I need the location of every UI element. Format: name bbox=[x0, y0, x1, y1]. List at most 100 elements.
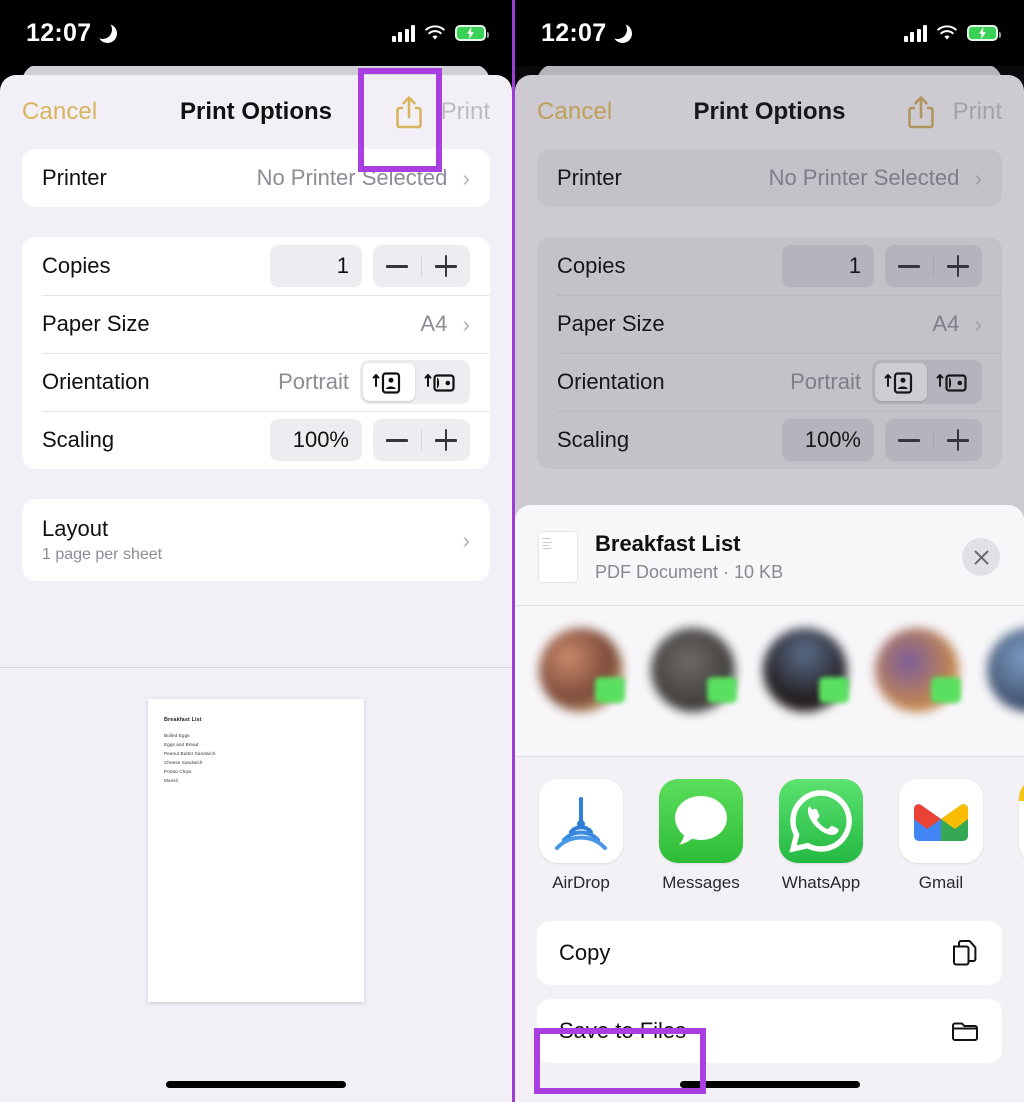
layout-row[interactable]: Layout 1 page per sheet › bbox=[22, 499, 490, 581]
cellular-signal-icon bbox=[903, 24, 927, 42]
list-item: Peanut Butter Sandwich bbox=[164, 750, 216, 756]
document-title: Breakfast List bbox=[164, 717, 202, 723]
orientation-label: Orientation bbox=[42, 369, 150, 394]
status-bar-right bbox=[391, 24, 489, 42]
copies-increment-button[interactable] bbox=[422, 245, 470, 287]
share-app-messages[interactable]: Messages bbox=[659, 779, 743, 893]
printer-row-right: No Printer Selected › bbox=[257, 165, 470, 191]
printer-row[interactable]: Printer No Printer Selected › bbox=[22, 149, 490, 207]
sheet-navbar: Cancel Print Options Print bbox=[0, 75, 512, 149]
printer-card: Printer No Printer Selected › bbox=[22, 149, 490, 207]
contact-item[interactable] bbox=[539, 628, 625, 740]
battery-charging-icon bbox=[455, 25, 489, 41]
home-indicator bbox=[166, 1081, 346, 1088]
scaling-row: Scaling 100% bbox=[22, 411, 490, 469]
list-item: Cheese Sandwich bbox=[164, 759, 203, 765]
status-bar-left: 12:07 bbox=[541, 18, 633, 48]
airdrop-icon bbox=[539, 779, 623, 864]
moon-crescent-icon bbox=[93, 19, 118, 43]
whatsapp-icon bbox=[779, 779, 863, 864]
layout-text-group: Layout 1 page per sheet bbox=[42, 516, 162, 564]
share-app-whatsapp[interactable]: WhatsApp bbox=[779, 779, 863, 893]
status-bar-left: 12:07 bbox=[26, 19, 118, 48]
wifi-icon bbox=[936, 24, 958, 42]
share-icon[interactable] bbox=[395, 95, 423, 129]
orientation-segmented-control bbox=[360, 360, 470, 404]
status-bar-right bbox=[903, 24, 1001, 42]
screenshot-root: 12:07 Cancel Print Options Print Printer… bbox=[0, 0, 1024, 1102]
orientation-portrait-button[interactable] bbox=[363, 363, 415, 401]
share-app-notes[interactable] bbox=[1019, 779, 1024, 873]
scaling-stepper bbox=[373, 419, 470, 461]
app-label: AirDrop bbox=[552, 873, 610, 893]
scaling-value[interactable]: 100% bbox=[270, 419, 362, 461]
list-item: Eggs and Bread bbox=[164, 741, 199, 747]
share-app-airdrop[interactable]: AirDrop bbox=[539, 779, 623, 893]
scaling-label: Scaling bbox=[42, 427, 115, 452]
app-label: WhatsApp bbox=[781, 873, 861, 893]
list-item: Muesli bbox=[164, 777, 178, 783]
share-app-gmail[interactable]: Gmail bbox=[899, 779, 983, 893]
chevron-right-icon: › bbox=[462, 310, 470, 337]
wifi-icon bbox=[424, 24, 446, 42]
printer-value: No Printer Selected bbox=[256, 165, 448, 190]
cancel-button[interactable]: Cancel bbox=[22, 98, 97, 126]
printer-label: Printer bbox=[42, 165, 107, 190]
print-preview-area: Breakfast List Boiled Eggs Eggs and Brea… bbox=[0, 668, 512, 1102]
messages-icon bbox=[659, 779, 743, 864]
paper-size-label: Paper Size bbox=[42, 311, 150, 336]
share-file-info: Breakfast List PDF Document · 10 KB bbox=[595, 531, 783, 583]
copies-decrement-button[interactable] bbox=[373, 245, 421, 287]
navbar-right-group: Print bbox=[395, 95, 490, 129]
gmail-icon bbox=[899, 779, 983, 864]
whatsapp-badge-icon bbox=[707, 677, 737, 703]
app-label: Gmail bbox=[918, 873, 964, 893]
contact-name bbox=[651, 720, 735, 740]
app-label: Messages bbox=[662, 873, 740, 893]
share-file-subtitle: PDF Document · 10 KB bbox=[595, 562, 784, 582]
contact-item[interactable] bbox=[651, 628, 737, 740]
document-thumbnail-icon bbox=[539, 532, 577, 582]
layout-card: Layout 1 page per sheet › bbox=[22, 499, 490, 581]
paper-size-row[interactable]: Paper Size A4 › bbox=[22, 295, 490, 353]
share-apps-row: AirDrop Messages WhatsApp Gmail bbox=[515, 757, 1024, 906]
notes-icon bbox=[1019, 779, 1024, 864]
copies-stepper bbox=[373, 245, 470, 287]
action-label: Copy bbox=[559, 940, 611, 966]
share-action-save-to-files[interactable]: Save to Files bbox=[537, 999, 1002, 1064]
scaling-decrement-button[interactable] bbox=[373, 419, 421, 461]
share-file-title: Breakfast List bbox=[595, 531, 741, 556]
contact-suggestions-row bbox=[515, 606, 1024, 757]
whatsapp-badge-icon bbox=[931, 677, 961, 703]
close-icon[interactable] bbox=[962, 538, 1000, 576]
moon-crescent-icon bbox=[608, 19, 633, 43]
contact-name bbox=[539, 720, 623, 740]
paper-size-value: A4 bbox=[420, 311, 448, 336]
scaling-increment-button[interactable] bbox=[422, 419, 470, 461]
left-phone-screen: 12:07 Cancel Print Options Print Printer… bbox=[0, 0, 512, 1102]
avatar-wrap bbox=[763, 628, 849, 712]
contact-item[interactable] bbox=[875, 628, 961, 740]
contact-item[interactable] bbox=[987, 628, 1024, 740]
folder-icon bbox=[950, 1016, 980, 1046]
battery-charging-icon bbox=[967, 25, 1001, 41]
chevron-right-icon: › bbox=[462, 164, 470, 191]
avatar-wrap bbox=[651, 628, 737, 712]
status-time: 12:07 bbox=[541, 18, 607, 47]
orientation-value: Portrait bbox=[278, 369, 349, 394]
right-phone-screen: 12:07 Cancel Print Options Print Printer… bbox=[512, 0, 1024, 1102]
avatar-wrap bbox=[875, 628, 961, 712]
contact-item[interactable] bbox=[763, 628, 849, 740]
copy-icon bbox=[950, 938, 980, 968]
print-button[interactable]: Print bbox=[441, 98, 490, 126]
action-label: Save to Files bbox=[559, 1018, 687, 1044]
page-thumbnail[interactable]: Breakfast List Boiled Eggs Eggs and Brea… bbox=[148, 699, 364, 1002]
home-indicator bbox=[679, 1081, 860, 1088]
document-item-list: Boiled Eggs Eggs and Bread Peanut Butter… bbox=[164, 732, 348, 786]
contact-name bbox=[763, 720, 847, 740]
whatsapp-badge-icon bbox=[819, 677, 849, 703]
share-action-copy[interactable]: Copy bbox=[537, 921, 1002, 986]
orientation-landscape-button[interactable] bbox=[415, 363, 467, 401]
copies-value[interactable]: 1 bbox=[270, 245, 362, 287]
